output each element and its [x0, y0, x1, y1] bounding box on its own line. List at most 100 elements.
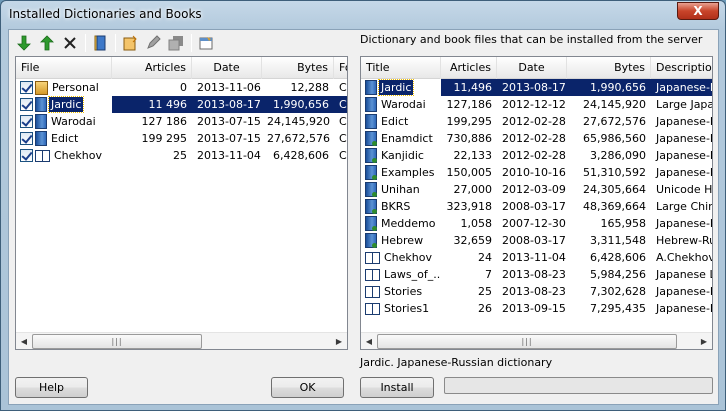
scroll-thumb[interactable]: ||| — [377, 333, 677, 349]
installed-row[interactable]: Edict 199 295 2013-07-15 27,672,576 C: — [16, 130, 347, 147]
dictionary-download-icon — [365, 131, 377, 146]
book-icon — [365, 302, 380, 315]
server-title-cell: Jardic — [361, 79, 441, 96]
description-cell: Japanese L — [656, 268, 713, 281]
server-row[interactable]: Warodai 127,186 2012-12-12 24,145,920 Large … — [361, 96, 712, 113]
dictionary-title: Laws_of_... — [384, 268, 441, 281]
scroll-thumb[interactable]: ||| — [32, 333, 202, 349]
server-list[interactable]: Title Articles Date Bytes Description Ja… — [360, 56, 713, 350]
installed-row[interactable]: Jardic 11 4962013-08-171,990,656C: — [16, 96, 347, 113]
bytes-cell: 27,672,576 — [267, 132, 330, 145]
description-cell: Unicode H — [656, 183, 713, 196]
server-title-cell: Meddemo — [361, 215, 441, 232]
articles-cell: 199,295 — [446, 115, 493, 128]
dictionary-title: Enamdict — [381, 132, 433, 145]
scroll-track[interactable]: ||| — [377, 333, 696, 349]
articles-cell: 0 — [180, 81, 187, 94]
installed-list[interactable]: File Articles Date Bytes Fo Personal 0 201… — [15, 56, 348, 350]
column-folder[interactable]: Fo — [334, 57, 347, 79]
bytes-cell: 3,311,548 — [590, 234, 646, 247]
server-row[interactable]: Stories 25 2013-08-23 7,302,628 Japanese-E — [361, 283, 712, 300]
column-articles[interactable]: Articles — [112, 57, 192, 79]
installed-row[interactable]: Personal 0 2013-11-06 12,288 C: — [16, 79, 347, 96]
dictionary-title: Examples — [381, 166, 435, 179]
edit-icon[interactable] — [142, 32, 164, 54]
enabled-checkbox[interactable] — [20, 149, 33, 162]
articles-cell: 127 186 — [141, 115, 188, 128]
column-description[interactable]: Description — [651, 57, 712, 79]
column-title[interactable]: Title — [361, 57, 441, 79]
date-cell: 2012-02-28 — [502, 149, 566, 162]
server-row[interactable]: Stories1 26 2013-09-15 7,295,435 Japanese-E — [361, 300, 712, 317]
file-name: Jardic — [47, 96, 85, 113]
scroll-left-icon[interactable]: ◀ — [16, 333, 32, 349]
enabled-checkbox[interactable] — [20, 115, 33, 128]
arrow-down-icon[interactable] — [13, 32, 35, 54]
installed-row[interactable]: Chekhov 25 2013-11-04 6,428,606 C: — [16, 147, 347, 164]
dictionary-title: BKRS — [381, 200, 411, 213]
column-date[interactable]: Date — [192, 57, 262, 79]
dictionary-download-icon — [365, 148, 377, 163]
close-button[interactable]: X — [677, 2, 719, 20]
scroll-track[interactable]: ||| — [32, 333, 331, 349]
client-area: Dictionary and book files that can be in… — [8, 29, 719, 405]
column-articles[interactable]: Articles — [441, 57, 497, 79]
ok-button[interactable]: OK — [271, 377, 344, 398]
server-row[interactable]: Edict 199,295 2012-02-28 27,672,576 Japanese… — [361, 113, 712, 130]
installed-horizontal-scrollbar[interactable]: ◀ ||| ▶ — [16, 332, 347, 349]
server-row[interactable]: Chekhov 24 2013-11-04 6,428,606 A.Chekhov — [361, 249, 712, 266]
column-file[interactable]: File — [16, 57, 112, 79]
server-title-cell: Warodai — [361, 96, 441, 113]
delete-icon[interactable] — [59, 32, 81, 54]
scroll-right-icon[interactable]: ▶ — [331, 333, 347, 349]
server-list-header: Title Articles Date Bytes Description — [361, 57, 712, 79]
server-row[interactable]: Unihan 27,000 2012-03-09 24,305,664 Unicode … — [361, 181, 712, 198]
new-dictionary-icon[interactable] — [119, 32, 141, 54]
bytes-cell: 65,986,560 — [583, 132, 646, 145]
installed-name-cell: Edict — [16, 130, 112, 147]
server-title-cell: Edict — [361, 113, 441, 130]
articles-cell: 150,005 — [446, 166, 493, 179]
server-row[interactable]: Enamdict 730,886 2012-02-28 65,986,560 Japan… — [361, 130, 712, 147]
dictionary-title: Unihan — [381, 183, 420, 196]
install-button[interactable]: Install — [360, 377, 434, 398]
date-cell: 2013-07-15 — [197, 115, 261, 128]
copy-icon[interactable] — [165, 32, 187, 54]
server-row[interactable]: Jardic 11,496 2013-08-17 1,990,656 Japanese-… — [361, 79, 712, 96]
server-row[interactable]: Examples 150,005 2010-10-16 51,310,592 Japan… — [361, 164, 712, 181]
column-bytes[interactable]: Bytes — [567, 57, 651, 79]
enabled-checkbox[interactable] — [20, 98, 33, 111]
settings-icon[interactable] — [195, 32, 217, 54]
book-properties-icon[interactable] — [89, 32, 111, 54]
folder-cell: C: — [339, 81, 347, 94]
installed-row[interactable]: Warodai 127 186 2013-07-15 24,145,920 C: — [16, 113, 347, 130]
dictionary-icon — [365, 97, 377, 112]
bytes-cell: 6,428,606 — [273, 149, 329, 162]
bytes-cell: 3,286,090 — [590, 149, 646, 162]
server-row[interactable]: Hebrew 32,659 2008-03-17 3,311,548 Hebrew-Ru — [361, 232, 712, 249]
articles-cell: 11,496 — [441, 79, 497, 96]
server-title-cell: Stories1 — [361, 300, 441, 317]
scroll-right-icon[interactable]: ▶ — [696, 333, 712, 349]
server-row[interactable]: Meddemo 1,058 2007-12-30 165,958 Japanese-F — [361, 215, 712, 232]
articles-cell: 32,659 — [453, 234, 493, 247]
server-row[interactable]: Laws_of_... 7 2013-08-23 5,984,256 Japanese … — [361, 266, 712, 283]
server-row[interactable]: BKRS 323,918 2008-03-17 48,369,664 Large Chi… — [361, 198, 712, 215]
file-name: Personal — [52, 81, 99, 94]
server-row[interactable]: Kanjidic 22,133 2012-02-28 3,286,090 Japanes… — [361, 147, 712, 164]
arrow-up-icon[interactable] — [36, 32, 58, 54]
scroll-left-icon[interactable]: ◀ — [361, 333, 377, 349]
enabled-checkbox[interactable] — [20, 132, 33, 145]
server-title-cell: Laws_of_... — [361, 266, 441, 283]
title-bar[interactable]: Installed Dictionaries and Books X — [1, 1, 725, 29]
date-cell: 2012-12-12 — [502, 98, 566, 111]
column-bytes[interactable]: Bytes — [262, 57, 334, 79]
server-horizontal-scrollbar[interactable]: ◀ ||| ▶ — [361, 332, 712, 349]
enabled-checkbox[interactable] — [20, 81, 33, 94]
help-button[interactable]: Help — [15, 377, 88, 398]
server-title-cell: BKRS — [361, 198, 441, 215]
bytes-cell: 24,305,664 — [583, 183, 646, 196]
window-title: Installed Dictionaries and Books — [9, 7, 202, 21]
dictionary-download-icon — [365, 182, 377, 197]
column-date[interactable]: Date — [497, 57, 567, 79]
